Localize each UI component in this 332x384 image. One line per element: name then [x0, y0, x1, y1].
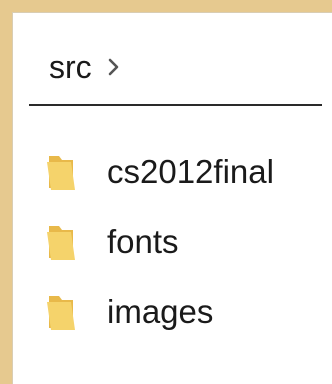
header-divider	[29, 104, 322, 106]
file-name: cs2012final	[107, 153, 274, 190]
file-list: cs2012final fonts images	[45, 137, 325, 347]
chevron-right-icon[interactable]	[106, 57, 122, 77]
folder-icon	[45, 292, 79, 332]
explorer-window: src cs2012final fonts images	[12, 12, 332, 384]
list-item-images[interactable]: images	[45, 277, 325, 347]
file-name: fonts	[107, 223, 179, 260]
list-item-fonts[interactable]: fonts	[45, 207, 325, 277]
breadcrumb: src	[49, 47, 122, 87]
breadcrumb-item-src[interactable]: src	[49, 47, 92, 87]
folder-icon	[45, 152, 79, 192]
file-name: images	[107, 293, 214, 330]
folder-icon	[45, 222, 79, 262]
list-item-cs2012final[interactable]: cs2012final	[45, 137, 325, 207]
